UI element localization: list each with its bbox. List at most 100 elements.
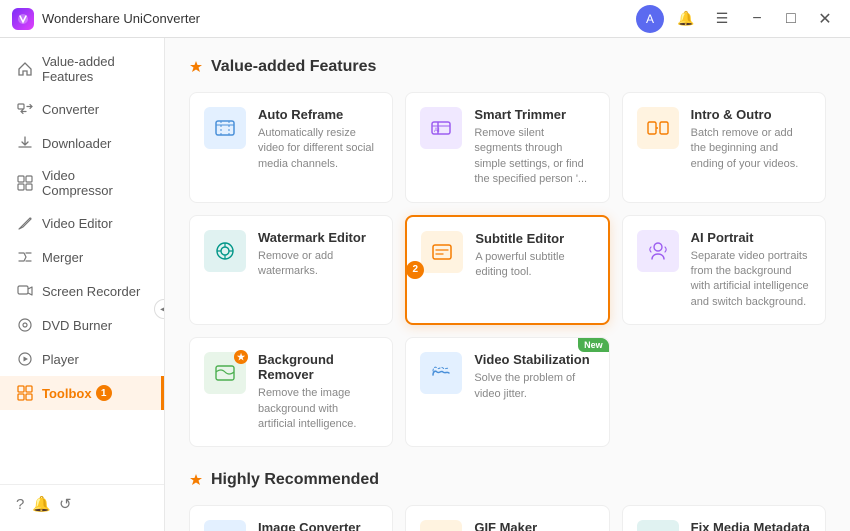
help-icon[interactable]: ? — [16, 496, 24, 513]
recorder-icon — [16, 282, 34, 300]
sidebar-item-toolbox[interactable]: Toolbox 1 — [0, 376, 164, 410]
subtitle-editor-icon — [421, 231, 463, 273]
intro-outro-icon — [637, 107, 679, 149]
converter-icon — [16, 100, 34, 118]
features-grid: Auto Reframe Automatically resize video … — [189, 92, 826, 447]
section-valueadded-label: Value-added Features — [211, 58, 376, 76]
background-remover-content: Background Remover Remove the image back… — [258, 352, 378, 432]
auto-reframe-icon — [204, 107, 246, 149]
sidebar-item-dvd-burner[interactable]: DVD Burner — [0, 308, 164, 342]
smart-trimmer-content: Smart Trimmer Remove silent segments thr… — [474, 107, 594, 188]
sidebar-label-video-editor: Video Editor — [42, 216, 113, 231]
intro-outro-desc: Batch remove or add the beginning and en… — [691, 126, 811, 172]
merger-icon — [16, 248, 34, 266]
background-remover-icon: ★ — [204, 352, 246, 394]
sidebar-label-converter: Converter — [42, 102, 99, 117]
section-recommended-title: Highly Recommended — [189, 471, 826, 489]
intro-outro-title: Intro & Outro — [691, 107, 811, 122]
sidebar: Value-added Features Converter Downloade… — [0, 38, 165, 531]
notification-icon[interactable]: 🔔 — [672, 5, 700, 33]
auto-reframe-content: Auto Reframe Automatically resize video … — [258, 107, 378, 172]
sidebar-item-video-compressor[interactable]: Video Compressor — [0, 160, 164, 206]
section-recommended-label: Highly Recommended — [211, 471, 379, 489]
ai-portrait-desc: Separate video portraits from the backgr… — [691, 249, 811, 311]
fix-media-metadata-title: Fix Media Metadata — [691, 520, 811, 531]
toolbox-badge: 1 — [96, 385, 112, 401]
section-star-icon — [189, 60, 203, 74]
sidebar-label-merger: Merger — [42, 250, 83, 265]
minimize-button[interactable]: − — [744, 6, 770, 32]
video-stabilization-desc: Solve the problem of video jitter. — [474, 371, 594, 402]
auto-reframe-desc: Automatically resize video for different… — [258, 126, 378, 172]
image-converter-icon — [204, 520, 246, 531]
sidebar-item-converter[interactable]: Converter — [0, 92, 164, 126]
sidebar-item-player[interactable]: Player — [0, 342, 164, 376]
intro-outro-content: Intro & Outro Batch remove or add the be… — [691, 107, 811, 172]
image-converter-title: Image Converter — [258, 520, 378, 531]
new-badge: New — [578, 338, 609, 352]
section-valueadded-title: Value-added Features — [189, 58, 826, 76]
close-button[interactable]: ✕ — [812, 6, 838, 32]
feature-card-subtitle-editor[interactable]: 2 Subtitle Editor A powerful subtitle ed… — [405, 215, 609, 326]
sidebar-footer: ? 🔔 ↺ — [0, 484, 164, 523]
feature-card-intro-outro[interactable]: Intro & Outro Batch remove or add the be… — [622, 92, 826, 203]
ai-portrait-title: AI Portrait — [691, 230, 811, 245]
feature-card-watermark-editor[interactable]: Watermark Editor Remove or add watermark… — [189, 215, 393, 326]
dvd-icon — [16, 316, 34, 334]
notification-bell-icon[interactable]: 🔔 — [32, 495, 51, 513]
feature-card-gif-maker[interactable]: GIF GIF Maker Make GIF from videos or pi… — [405, 505, 609, 531]
sidebar-label-downloader: Downloader — [42, 136, 111, 151]
smart-trimmer-desc: Remove silent segments through simple se… — [474, 126, 594, 188]
feature-card-auto-reframe[interactable]: Auto Reframe Automatically resize video … — [189, 92, 393, 203]
feature-card-fix-media-metadata[interactable]: Fix Media Metadata Auto-fix and edit met… — [622, 505, 826, 531]
background-remover-title: Background Remover — [258, 352, 378, 382]
watermark-editor-content: Watermark Editor Remove or add watermark… — [258, 230, 378, 280]
auto-reframe-title: Auto Reframe — [258, 107, 378, 122]
ai-portrait-icon — [637, 230, 679, 272]
sidebar-label-home: Value-added Features — [42, 54, 148, 84]
subtitle-editor-title: Subtitle Editor — [475, 231, 593, 246]
video-stabilization-title: Video Stabilization — [474, 352, 594, 367]
fix-media-metadata-icon — [637, 520, 679, 531]
sidebar-item-home[interactable]: Value-added Features — [0, 46, 164, 92]
sidebar-item-video-editor[interactable]: Video Editor — [0, 206, 164, 240]
feature-card-image-converter[interactable]: Image Converter Convert images to other … — [189, 505, 393, 531]
fix-media-metadata-content: Fix Media Metadata Auto-fix and edit met… — [691, 520, 811, 531]
window-controls: A 🔔 ☰ − □ ✕ — [636, 5, 838, 33]
video-stabilization-icon — [420, 352, 462, 394]
bg-remover-star: ★ — [234, 350, 248, 364]
player-icon — [16, 350, 34, 368]
video-stabilization-content: Video Stabilization Solve the problem of… — [474, 352, 594, 402]
subtitle-editor-desc: A powerful subtitle editing tool. — [475, 250, 593, 281]
sidebar-item-screen-recorder[interactable]: Screen Recorder — [0, 274, 164, 308]
user-avatar[interactable]: A — [636, 5, 664, 33]
gif-maker-icon: GIF — [420, 520, 462, 531]
subtitle-step-badge: 2 — [406, 261, 424, 279]
sidebar-label-toolbox: Toolbox — [42, 386, 92, 401]
subtitle-editor-content: Subtitle Editor A powerful subtitle edit… — [475, 231, 593, 281]
title-bar: Wondershare UniConverter A 🔔 ☰ − □ ✕ — [0, 0, 850, 38]
sidebar-item-downloader[interactable]: Downloader — [0, 126, 164, 160]
menu-icon[interactable]: ☰ — [708, 5, 736, 33]
sidebar-label-video-compressor: Video Compressor — [42, 168, 148, 198]
refresh-icon[interactable]: ↺ — [59, 495, 72, 513]
maximize-button[interactable]: □ — [778, 6, 804, 32]
watermark-editor-desc: Remove or add watermarks. — [258, 249, 378, 280]
recommended-grid: Image Converter Convert images to other … — [189, 505, 826, 531]
feature-card-video-stabilization[interactable]: New Video Stabilization Solve the proble… — [405, 337, 609, 447]
recommended-star-icon — [189, 473, 203, 487]
feature-card-smart-trimmer[interactable]: AI Smart Trimmer Remove silent segments … — [405, 92, 609, 203]
sidebar-item-merger[interactable]: Merger — [0, 240, 164, 274]
downloader-icon — [16, 134, 34, 152]
feature-card-ai-portrait[interactable]: AI Portrait Separate video portraits fro… — [622, 215, 826, 326]
sidebar-label-player: Player — [42, 352, 79, 367]
image-converter-content: Image Converter Convert images to other … — [258, 520, 378, 531]
compressor-icon — [16, 174, 34, 192]
background-remover-desc: Remove the image background with artific… — [258, 386, 378, 432]
smart-trimmer-icon: AI — [420, 107, 462, 149]
sidebar-label-screen-recorder: Screen Recorder — [42, 284, 140, 299]
feature-card-background-remover[interactable]: ★ Background Remover Remove the image ba… — [189, 337, 393, 447]
toolbox-icon — [16, 384, 34, 402]
gif-maker-content: GIF Maker Make GIF from videos or pictur… — [474, 520, 594, 531]
smart-trimmer-title: Smart Trimmer — [474, 107, 594, 122]
